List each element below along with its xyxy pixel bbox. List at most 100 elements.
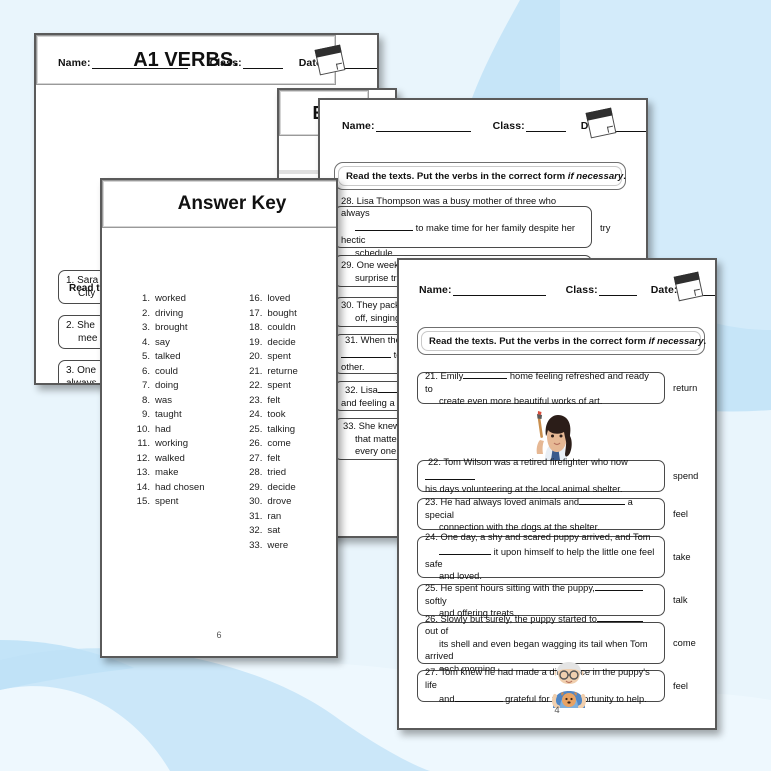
answer-blank[interactable] bbox=[463, 368, 508, 380]
question-row: 26. Slowly but surely, the puppy started… bbox=[417, 614, 711, 674]
answer-number: 9. bbox=[141, 409, 150, 420]
answer-number: 33. bbox=[249, 539, 263, 551]
answer-blank[interactable] bbox=[594, 580, 643, 592]
answer-item: 28. tried bbox=[242, 466, 336, 481]
answer-blank[interactable] bbox=[355, 220, 413, 231]
answer-value: could bbox=[155, 365, 178, 377]
class-label: Class: bbox=[565, 284, 598, 296]
question-text-mid: that matte bbox=[355, 432, 397, 444]
question-box[interactable]: 26. Slowly but surely, the puppy started… bbox=[417, 614, 665, 674]
answer-number: 15. bbox=[136, 496, 150, 507]
answer-value: ran bbox=[267, 510, 282, 522]
question-box[interactable]: 24. One day, a shy and scared puppy arri… bbox=[417, 532, 665, 581]
question-box[interactable]: 23. He had always loved animals and a sp… bbox=[417, 497, 665, 532]
question-box[interactable]: 21. Emily home feeling refreshed and rea… bbox=[417, 371, 665, 406]
question-number: 31. bbox=[345, 334, 359, 346]
verb-cue: try bbox=[600, 221, 611, 233]
answer-value: felt bbox=[267, 394, 281, 406]
notepad-icon bbox=[314, 44, 346, 76]
answer-number: 6. bbox=[141, 365, 150, 377]
question-number: 32. bbox=[345, 384, 359, 396]
answer-value: doing bbox=[155, 380, 179, 391]
question-text: When the bbox=[360, 334, 401, 346]
answer-value: took bbox=[267, 409, 286, 420]
date-label: Date: bbox=[650, 284, 678, 296]
answer-item: 15. spent bbox=[130, 495, 230, 510]
question-text-mid: softly bbox=[425, 595, 447, 606]
name-blank[interactable] bbox=[91, 57, 188, 69]
question-box[interactable]: 22. Tom Wilson was a retired firefighter… bbox=[417, 457, 665, 495]
question-number: 29. bbox=[341, 259, 355, 271]
answer-number: 30. bbox=[249, 496, 263, 507]
name-field[interactable]: Name: bbox=[58, 57, 188, 69]
name-blank[interactable] bbox=[375, 120, 471, 132]
name-field[interactable]: Name: bbox=[419, 284, 546, 296]
answer-number: 29. bbox=[249, 481, 263, 493]
question-number: 2. bbox=[66, 320, 75, 331]
answer-number: 19. bbox=[249, 336, 263, 348]
answer-number: 5. bbox=[141, 351, 150, 362]
question-text-post: its shell and even began wagging its tai… bbox=[425, 638, 648, 662]
answer-number: 11. bbox=[137, 438, 150, 449]
name-blank[interactable] bbox=[452, 284, 546, 296]
question-row: 22. Tom Wilson was a retired firefighter… bbox=[417, 457, 711, 495]
answer-value: come bbox=[267, 438, 291, 449]
answer-blank[interactable] bbox=[579, 494, 626, 506]
woman-painter-illustration bbox=[536, 411, 572, 460]
question-text: One day, a shy and scared puppy arrived,… bbox=[440, 532, 651, 543]
answer-item: 29. decide bbox=[242, 481, 336, 496]
answer-item: 30. drove bbox=[242, 495, 336, 510]
question-box[interactable]: 27. Tom knew he had made a difference in… bbox=[417, 667, 665, 704]
class-field[interactable]: Class: bbox=[210, 57, 283, 69]
answer-number: 27. bbox=[249, 452, 263, 464]
answer-value: drove bbox=[267, 496, 292, 507]
notepad-icon bbox=[673, 271, 704, 302]
worksheet-page-4[interactable]: Name: Class: Date: Read the texts. Put t… bbox=[397, 258, 717, 730]
class-field[interactable]: Class: bbox=[566, 284, 637, 296]
answer-value: working bbox=[155, 438, 189, 449]
instruction-pill: Read the texts. Put the verbs in the cor… bbox=[417, 327, 706, 355]
answer-item: 3. brought bbox=[130, 321, 230, 336]
answer-number: 16. bbox=[249, 293, 263, 304]
answer-value: couldn bbox=[267, 322, 296, 333]
question-text-post: his days volunteering at the local anima… bbox=[425, 484, 623, 495]
answer-blank[interactable] bbox=[596, 611, 643, 622]
question-box[interactable]: 28. Lisa Thompson was a busy mother of t… bbox=[334, 195, 592, 258]
answer-blank[interactable] bbox=[425, 469, 475, 480]
answer-number: 18. bbox=[249, 322, 263, 333]
worksheet-answer-key[interactable]: Answer Key 1. worked 2. driving 3. brought 4. s… bbox=[100, 178, 338, 658]
question-text: One bbox=[77, 365, 97, 376]
answer-number: 32. bbox=[249, 525, 263, 536]
answer-key-title: Answer Key bbox=[177, 193, 287, 214]
answer-value: had bbox=[155, 423, 172, 435]
question-text: Slowly but surely, the puppy started to bbox=[440, 613, 597, 624]
answer-value: make bbox=[155, 467, 179, 478]
question-number: 27. bbox=[425, 667, 438, 678]
question-text-post: every one bbox=[355, 445, 397, 457]
answer-blank[interactable] bbox=[454, 691, 503, 703]
class-field[interactable]: Class: bbox=[493, 120, 566, 132]
answer-value: felt bbox=[267, 452, 281, 464]
answer-blank[interactable] bbox=[439, 544, 491, 555]
name-field[interactable]: Name: bbox=[342, 120, 471, 132]
class-blank[interactable] bbox=[598, 284, 637, 296]
class-blank[interactable] bbox=[525, 120, 566, 132]
answer-number: 14. bbox=[136, 481, 150, 493]
elderly-man-with-puppy-illustration bbox=[552, 662, 586, 708]
question-text-wrap: mee bbox=[78, 333, 98, 344]
question-number: 25. bbox=[425, 583, 438, 594]
answer-value: say bbox=[155, 336, 170, 348]
verb-cue: take bbox=[673, 552, 691, 562]
answer-value: had chosen bbox=[155, 481, 205, 493]
answer-value: talked bbox=[155, 351, 181, 362]
verb-cue: talk bbox=[673, 595, 688, 605]
answer-number: 31. bbox=[249, 510, 263, 522]
answer-value: walked bbox=[155, 452, 185, 464]
question-text-post: off, singing bbox=[355, 312, 401, 323]
answer-blank[interactable] bbox=[341, 347, 391, 358]
answer-item: 13. make bbox=[130, 466, 230, 481]
question-text: She bbox=[77, 320, 95, 331]
student-info-line: Name: Class: Date: bbox=[419, 284, 715, 296]
class-blank[interactable] bbox=[242, 57, 283, 69]
answer-list-right: 16. loved 17. bought 18. couldn 19. decide 20. sp… bbox=[230, 292, 336, 553]
